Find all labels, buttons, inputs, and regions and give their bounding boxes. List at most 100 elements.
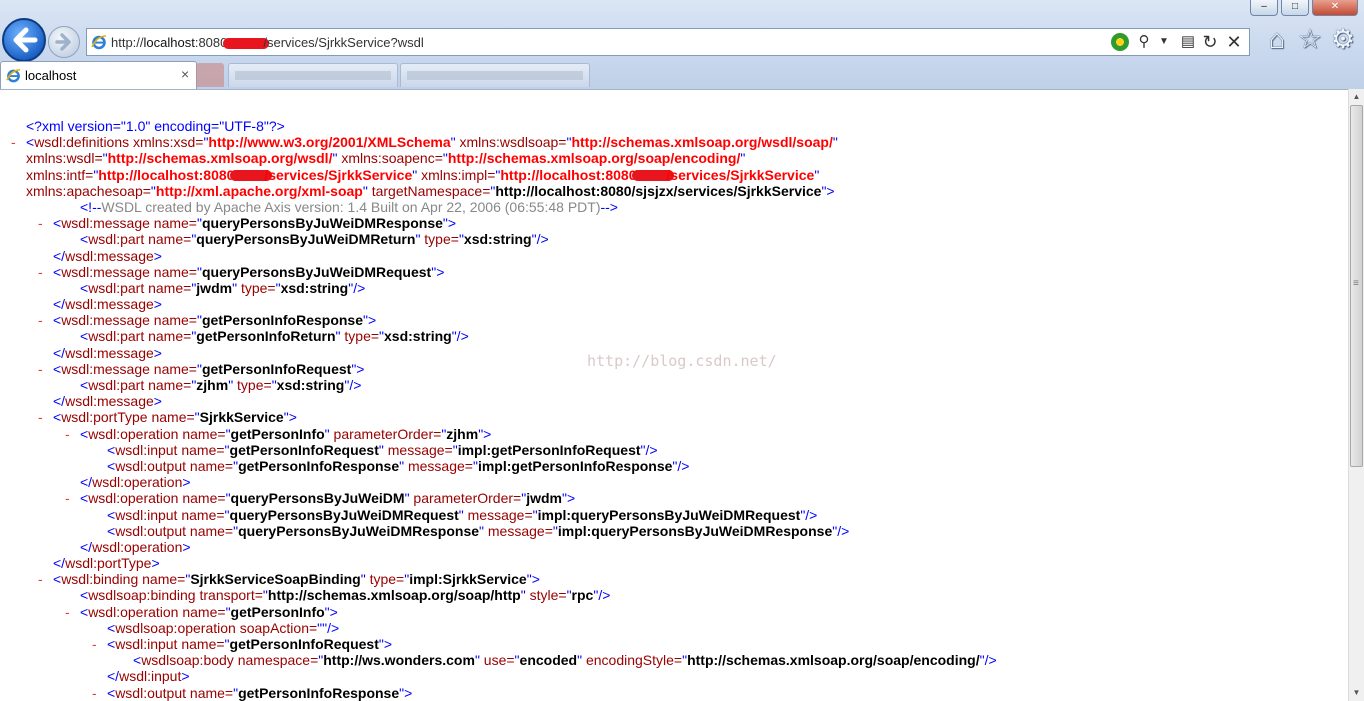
xml-token: " bbox=[399, 457, 408, 474]
background-tab[interactable] bbox=[228, 63, 398, 87]
collapse-toggle[interactable]: - bbox=[38, 571, 43, 587]
xml-token: wsdl:operation bbox=[92, 538, 183, 555]
xml-token: SjrkkServiceSoapBinding bbox=[190, 571, 361, 588]
xml-token: "> bbox=[399, 684, 413, 701]
xml-line: - <wsdl:definitions xmlns:xsd= " http://www… bbox=[0, 134, 1348, 150]
xml-token: http://www.w3.org/2001/XMLSchema bbox=[208, 134, 451, 151]
scroll-down-arrow-icon[interactable]: ▼ bbox=[1349, 685, 1364, 701]
collapse-toggle[interactable]: - bbox=[92, 636, 97, 652]
xml-token: type= bbox=[237, 377, 272, 393]
xml-token: /services/SjrkkService bbox=[666, 166, 815, 183]
xml-token: transport= bbox=[199, 587, 263, 604]
xml-code: </wsdl:portType> bbox=[53, 555, 160, 571]
collapse-toggle[interactable]: - bbox=[92, 685, 97, 701]
xml-token: wsdl:part bbox=[88, 328, 149, 345]
stop-icon[interactable]: ✕ bbox=[1225, 33, 1243, 51]
xml-token: wsdl:binding bbox=[61, 571, 143, 588]
xml-token: < bbox=[107, 457, 116, 474]
xml-token: > bbox=[153, 393, 162, 410]
collapse-toggle[interactable]: - bbox=[38, 264, 43, 280]
xml-token: queryPersonsByJuWeiDMResponse bbox=[201, 215, 443, 232]
address-url[interactable]: http://localhost:8080/services/SjrkkServ… bbox=[111, 35, 424, 50]
xml-token: "/> bbox=[672, 457, 690, 474]
search-icon[interactable]: ⚲ bbox=[1135, 33, 1153, 51]
compatibility-view-icon[interactable] bbox=[1111, 33, 1129, 51]
collapse-toggle[interactable]: - bbox=[38, 361, 43, 377]
xml-token: wsdlsoap:binding bbox=[88, 587, 200, 604]
xml-token: wsdlsoap:body bbox=[141, 652, 238, 669]
xml-token: name= bbox=[148, 377, 192, 393]
xml-token: wsdl:part bbox=[88, 231, 149, 248]
minimize-button[interactable]: – bbox=[1250, 0, 1278, 16]
xml-line: <wsdl:part name="zjhm" type="xsd:string"… bbox=[0, 377, 1348, 393]
xml-token: name= bbox=[153, 263, 197, 280]
xml-token: message= bbox=[407, 457, 473, 474]
xml-token: " bbox=[520, 587, 530, 604]
collapse-toggle[interactable]: - bbox=[38, 215, 43, 231]
xml-token: http://schemas.xmlsoap.org/soap/http bbox=[267, 587, 521, 604]
xml-token: parameterOrder= bbox=[413, 490, 522, 507]
scroll-up-arrow-icon[interactable]: ▲ bbox=[1349, 89, 1364, 105]
xml-token: < bbox=[80, 425, 89, 442]
refresh-icon[interactable]: ↻ bbox=[1201, 33, 1219, 51]
new-tab-button[interactable] bbox=[196, 63, 224, 87]
xml-token: wsdl:message bbox=[61, 215, 154, 232]
xml-token: xmlns:soapenc= bbox=[341, 150, 443, 167]
xml-token: impl:queryPersonsByJuWeiDMRequest bbox=[537, 506, 801, 523]
xml-line: - <wsdl:portType name="SjrkkService"> bbox=[0, 409, 1348, 425]
xml-code: xmlns:intf= " http://localhost:8080/ /servi… bbox=[26, 167, 819, 183]
xml-code: <wsdl:output name= "getPersonInfoResponse… bbox=[107, 458, 689, 474]
chevron-down-icon[interactable]: ▼ bbox=[1155, 33, 1173, 51]
xml-token: wsdl:message bbox=[65, 247, 154, 264]
xml-line: <wsdl:part name="getPersonInfoReturn" ty… bbox=[0, 328, 1348, 344]
xml-token: xsd:string bbox=[276, 377, 345, 393]
collapse-toggle[interactable]: - bbox=[11, 134, 16, 150]
xml-token: > bbox=[182, 474, 191, 491]
xml-code: <wsdlsoap:body namespace="http://ws.wond… bbox=[133, 652, 997, 668]
xml-code: <wsdl:input name= "queryPersonsByJuWeiDMR… bbox=[107, 507, 817, 523]
xml-token: > bbox=[151, 555, 160, 572]
collapse-toggle[interactable]: - bbox=[38, 409, 43, 425]
xml-line: - <wsdl:operation name="getPersonInfo"> bbox=[0, 604, 1348, 620]
xml-token: http://ws.wonders.com bbox=[323, 652, 475, 669]
tab-localhost[interactable]: localhost × bbox=[0, 61, 197, 89]
xml-token: </ bbox=[80, 474, 93, 491]
xml-token: </ bbox=[80, 538, 93, 555]
gear-icon[interactable]: ⚙ bbox=[1328, 24, 1358, 54]
xml-token: "> bbox=[442, 215, 457, 232]
tab-close-icon[interactable]: × bbox=[181, 66, 189, 82]
collapse-toggle[interactable]: - bbox=[65, 604, 70, 620]
background-tab[interactable] bbox=[400, 63, 590, 87]
collapse-toggle[interactable]: - bbox=[38, 312, 43, 328]
scroll-thumb[interactable] bbox=[1350, 105, 1363, 467]
xml-token: wsdl:operation bbox=[88, 425, 183, 442]
back-button[interactable] bbox=[2, 18, 46, 62]
home-icon[interactable]: ⌂ bbox=[1262, 24, 1292, 54]
xml-line: - <wsdl:message name="getPersonInfoRespon… bbox=[0, 312, 1348, 328]
compatibility-doc-icon[interactable]: ▤ bbox=[1179, 33, 1197, 51]
close-window-button[interactable]: ✕ bbox=[1312, 0, 1358, 16]
xml-token: wsdl:output bbox=[115, 684, 190, 701]
xml-token: < bbox=[107, 636, 116, 652]
url-scheme: http:// bbox=[111, 35, 144, 50]
xml-tree: <?xml version="1.0" encoding="UTF-8"?> - <… bbox=[0, 118, 1348, 701]
favorites-star-icon[interactable]: ☆ bbox=[1295, 24, 1325, 54]
forward-arrow-icon bbox=[55, 33, 71, 51]
xml-line: xmlns:wsdl="http://schemas.xmlsoap.org/w… bbox=[0, 150, 1348, 166]
xml-token: wsdl:portType bbox=[61, 409, 152, 426]
xml-line: - <wsdl:input name="getPersonInfoRequest"… bbox=[0, 636, 1348, 652]
maximize-button[interactable]: □ bbox=[1281, 0, 1309, 16]
address-bar[interactable]: http://localhost:8080/services/SjrkkServ… bbox=[86, 28, 1250, 56]
xml-token: name= bbox=[148, 328, 192, 345]
xml-token: wsdl:message bbox=[65, 344, 154, 361]
xml-code: </wsdl:message> bbox=[53, 345, 162, 361]
collapse-toggle[interactable]: - bbox=[65, 490, 70, 506]
xml-code: <wsdl:part name="zjhm" type="xsd:string"… bbox=[80, 377, 361, 393]
xml-token: getPersonInfoRequest bbox=[229, 636, 379, 652]
xml-token: < bbox=[80, 377, 89, 393]
vertical-scrollbar[interactable]: ▲ ▼ bbox=[1348, 89, 1364, 701]
xml-token: wsdl:output bbox=[115, 522, 190, 539]
collapse-toggle[interactable]: - bbox=[65, 426, 70, 442]
xml-token: < bbox=[53, 312, 62, 329]
forward-button[interactable] bbox=[48, 26, 80, 58]
